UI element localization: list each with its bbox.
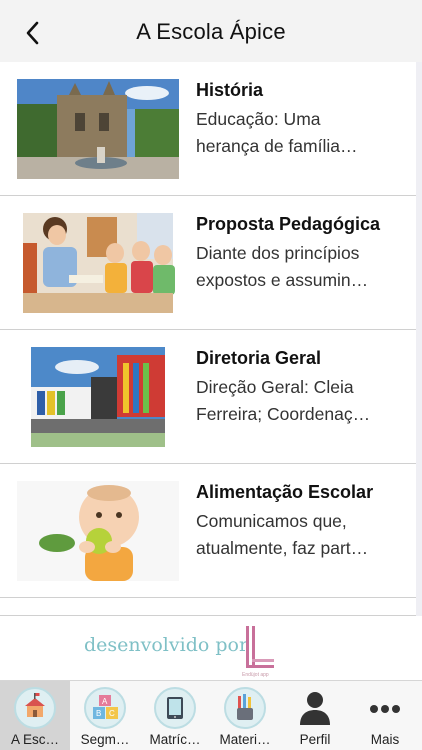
developed-by-text: desenvolvido por bbox=[84, 634, 249, 656]
list-item-diretoria-geral[interactable]: Diretoria Geral Direção Geral: Cleia Fer… bbox=[0, 330, 416, 464]
tablet-icon bbox=[154, 687, 196, 729]
navigation-bar: A Escola Ápice bbox=[0, 0, 422, 62]
tab-label: Mais bbox=[370, 732, 400, 747]
item-title: Proposta Pedagógica bbox=[196, 214, 381, 234]
svg-text:C: C bbox=[109, 709, 115, 718]
abc-blocks-icon: A B C bbox=[84, 687, 126, 729]
list-end-separator bbox=[0, 598, 416, 616]
school-building-photo bbox=[17, 79, 179, 179]
tab-label: Segm… bbox=[80, 732, 130, 747]
article-list: História Educação: Uma herança de famíli… bbox=[0, 62, 416, 616]
item-title: História bbox=[196, 80, 264, 100]
item-excerpt: Comunicamos que, atualmente, faz part… bbox=[196, 511, 369, 558]
tab-segmentos[interactable]: A B C Segm… bbox=[70, 681, 140, 750]
person-icon bbox=[300, 692, 330, 725]
developer-banner[interactable]: desenvolvido por Endüjot app bbox=[0, 616, 422, 680]
tab-label: A Esc… bbox=[10, 732, 59, 747]
list-item-proposta-pedagogica[interactable]: Proposta Pedagógica Diante dos princípio… bbox=[0, 196, 416, 330]
tab-mais[interactable]: Mais bbox=[350, 681, 420, 750]
tab-perfil[interactable]: Perfil bbox=[280, 681, 350, 750]
item-title: Diretoria Geral bbox=[196, 348, 322, 368]
item-title: Alimentação Escolar bbox=[196, 482, 374, 502]
colorful-school-facade-photo bbox=[17, 347, 179, 447]
item-excerpt: Diante dos princípios expostos e assumin… bbox=[196, 243, 369, 290]
teacher-reading-children-photo bbox=[17, 213, 179, 313]
pencil-cup-icon bbox=[224, 687, 266, 729]
more-dots-icon bbox=[370, 705, 400, 713]
list-item-historia[interactable]: História Educação: Uma herança de famíli… bbox=[0, 62, 416, 196]
item-excerpt: Direção Geral: Cleia Ferreira; Coordenaç… bbox=[196, 377, 371, 424]
item-excerpt: Educação: Uma herança de família… bbox=[196, 109, 358, 156]
tab-materiais[interactable]: Materi… bbox=[210, 681, 280, 750]
developer-logo-icon: Endüjot app bbox=[242, 626, 274, 678]
tab-label: Materi… bbox=[219, 732, 271, 747]
baby-eating-apple-photo bbox=[17, 481, 179, 581]
list-item-alimentacao-escolar[interactable]: Alimentação Escolar Comunicamos que, atu… bbox=[0, 464, 416, 598]
tab-label: Matríc… bbox=[149, 732, 201, 747]
tab-a-escola[interactable]: A Esc… bbox=[0, 681, 70, 750]
tab-label: Perfil bbox=[299, 732, 331, 747]
page-title: A Escola Ápice bbox=[136, 19, 286, 44]
svg-text:A: A bbox=[102, 697, 108, 706]
school-icon bbox=[14, 687, 56, 729]
tab-bar: A Esc… A B C Segm… Matríc… Materi… Perfi… bbox=[0, 680, 422, 750]
svg-text:Endüjot app: Endüjot app bbox=[242, 672, 269, 678]
svg-text:B: B bbox=[96, 709, 101, 718]
tab-matricula[interactable]: Matríc… bbox=[140, 681, 210, 750]
